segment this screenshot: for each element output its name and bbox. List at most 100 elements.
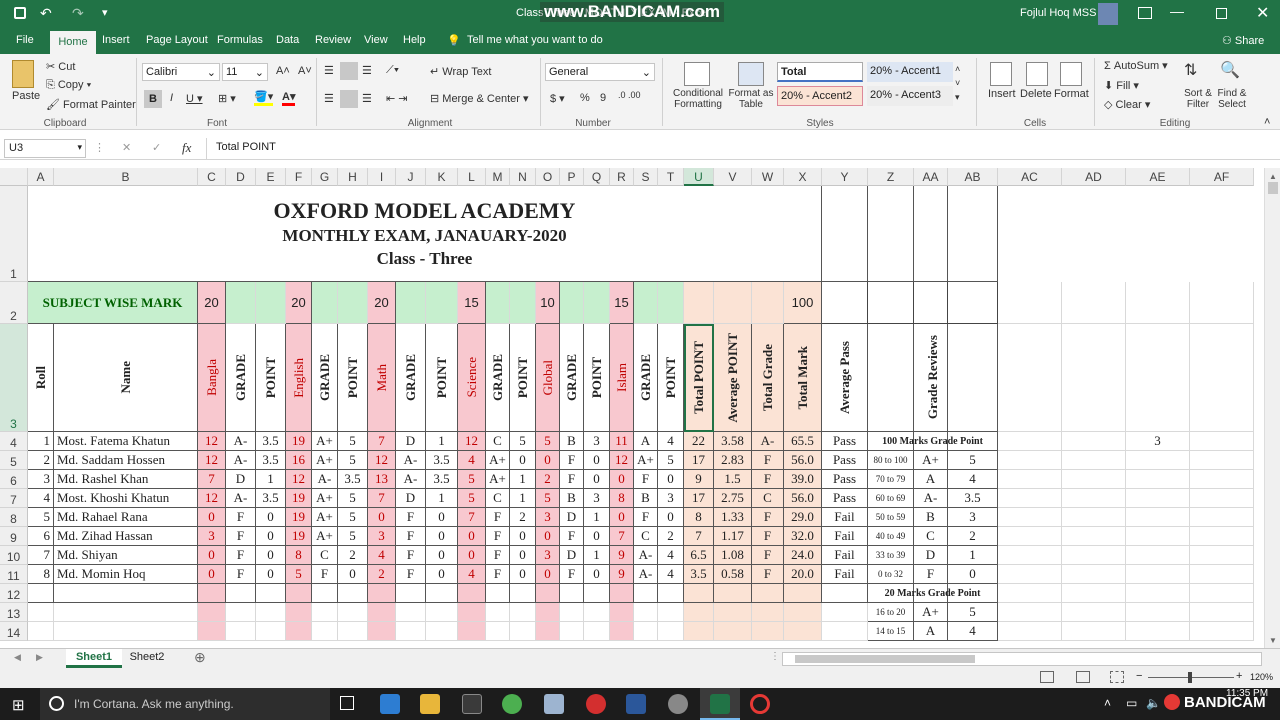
student-cell[interactable]: 12 bbox=[368, 451, 396, 470]
student-cell[interactable]: 0 bbox=[536, 527, 560, 546]
column-header[interactable]: L bbox=[458, 168, 486, 186]
student-cell[interactable]: 3 bbox=[658, 489, 684, 508]
row-header[interactable]: 1 bbox=[0, 186, 28, 282]
cell[interactable] bbox=[1190, 527, 1254, 546]
cell[interactable] bbox=[998, 489, 1062, 508]
cell[interactable] bbox=[256, 603, 286, 622]
student-cell[interactable]: F bbox=[396, 508, 426, 527]
cell[interactable] bbox=[822, 282, 868, 324]
student-cell[interactable]: 19 bbox=[286, 489, 312, 508]
cell[interactable] bbox=[312, 282, 338, 324]
student-cell[interactable]: Fail bbox=[822, 527, 868, 546]
student-cell[interactable]: 8 bbox=[28, 565, 54, 584]
header-cell[interactable]: Total Mark bbox=[784, 324, 822, 432]
grade-review-cell[interactable]: 5 bbox=[948, 603, 998, 622]
cell[interactable] bbox=[426, 584, 458, 603]
column-header[interactable]: V bbox=[714, 168, 752, 186]
student-cell[interactable]: 3 bbox=[584, 432, 610, 451]
column-header[interactable]: K bbox=[426, 168, 458, 186]
cell[interactable] bbox=[28, 622, 54, 641]
cell[interactable] bbox=[784, 622, 822, 641]
row-header[interactable]: 12 bbox=[0, 584, 28, 603]
cell[interactable] bbox=[998, 584, 1062, 603]
style-accent2[interactable]: 20% - Accent2 bbox=[777, 86, 863, 106]
student-cell[interactable]: Pass bbox=[822, 432, 868, 451]
cell[interactable] bbox=[1126, 546, 1190, 565]
style-total[interactable]: Total bbox=[777, 62, 863, 82]
student-cell[interactable]: 3.5 bbox=[256, 451, 286, 470]
cell[interactable] bbox=[752, 584, 784, 603]
cell[interactable] bbox=[338, 622, 368, 641]
sheet-prev-icon[interactable]: ◀ bbox=[14, 652, 21, 663]
column-header[interactable]: Q bbox=[584, 168, 610, 186]
cell[interactable] bbox=[998, 546, 1062, 565]
menu-file[interactable]: File bbox=[16, 34, 34, 46]
cell[interactable] bbox=[256, 622, 286, 641]
student-cell[interactable]: F bbox=[634, 508, 658, 527]
app-icon-2[interactable] bbox=[668, 694, 688, 714]
student-cell[interactable]: 1 bbox=[426, 432, 458, 451]
student-cell[interactable]: 3.5 bbox=[256, 489, 286, 508]
cell[interactable] bbox=[1126, 324, 1190, 432]
student-cell[interactable]: A+ bbox=[312, 432, 338, 451]
student-cell[interactable]: 4 bbox=[658, 432, 684, 451]
student-cell[interactable]: F bbox=[396, 527, 426, 546]
grade-review-100-title[interactable]: 100 Marks Grade Point bbox=[868, 432, 998, 451]
student-cell[interactable]: F bbox=[486, 527, 510, 546]
student-cell[interactable]: 1.17 bbox=[714, 527, 752, 546]
student-cell[interactable]: 0 bbox=[198, 508, 226, 527]
student-cell[interactable]: 1.08 bbox=[714, 546, 752, 565]
cell[interactable] bbox=[752, 622, 784, 641]
total-full-mark[interactable]: 100 bbox=[784, 282, 822, 324]
student-cell[interactable]: 19 bbox=[286, 508, 312, 527]
student-cell[interactable]: 0 bbox=[610, 508, 634, 527]
student-cell[interactable]: C bbox=[752, 489, 784, 508]
cell[interactable] bbox=[256, 282, 286, 324]
student-cell[interactable]: 12 bbox=[610, 451, 634, 470]
grade-review-cell[interactable]: 50 to 59 bbox=[868, 508, 914, 527]
zoom-out-icon[interactable]: − bbox=[1136, 670, 1142, 682]
cell[interactable] bbox=[536, 603, 560, 622]
student-cell[interactable]: 5 bbox=[286, 565, 312, 584]
column-header[interactable]: W bbox=[752, 168, 784, 186]
student-cell[interactable]: F bbox=[560, 451, 584, 470]
align-left-icon[interactable]: ☰ bbox=[324, 92, 334, 105]
chrome-icon[interactable] bbox=[502, 694, 522, 714]
column-header[interactable]: AE bbox=[1126, 168, 1190, 186]
student-cell[interactable]: F bbox=[226, 508, 256, 527]
header-cell[interactable]: Islam bbox=[610, 324, 634, 432]
header-cell[interactable]: GRADE bbox=[312, 324, 338, 432]
sheet-tab-2[interactable]: Sheet2 bbox=[124, 649, 170, 668]
cell[interactable] bbox=[998, 508, 1062, 527]
enter-icon[interactable]: ✓ bbox=[152, 141, 161, 154]
student-cell[interactable]: 0 bbox=[658, 470, 684, 489]
header-cell[interactable]: POINT bbox=[426, 324, 458, 432]
student-cell[interactable]: Fail bbox=[822, 565, 868, 584]
student-cell[interactable]: A- bbox=[634, 546, 658, 565]
align-bottom-icon[interactable]: ☰ bbox=[362, 64, 372, 77]
cell[interactable] bbox=[1062, 282, 1126, 324]
student-cell[interactable]: F bbox=[752, 451, 784, 470]
student-cell[interactable]: 5 bbox=[510, 432, 536, 451]
menu-formulas[interactable]: Formulas bbox=[217, 34, 263, 46]
header-cell[interactable]: Average POINT bbox=[714, 324, 752, 432]
save-icon[interactable] bbox=[14, 7, 26, 19]
cell[interactable] bbox=[312, 603, 338, 622]
grade-review-cell[interactable]: 33 to 39 bbox=[868, 546, 914, 565]
column-header[interactable]: E bbox=[256, 168, 286, 186]
student-cell[interactable]: Pass bbox=[822, 470, 868, 489]
store-icon[interactable] bbox=[462, 694, 482, 714]
scroll-down-icon[interactable]: ▼ bbox=[1269, 636, 1277, 645]
copy-button[interactable]: ⎘ Copy ▾ bbox=[46, 79, 91, 92]
row-header[interactable]: 3 bbox=[0, 324, 28, 432]
cell[interactable] bbox=[998, 527, 1062, 546]
cell[interactable] bbox=[338, 603, 368, 622]
student-cell[interactable]: F bbox=[560, 527, 584, 546]
cell[interactable] bbox=[1126, 527, 1190, 546]
cell[interactable] bbox=[610, 622, 634, 641]
user-name[interactable]: Fojlul Hoq MSS bbox=[1020, 7, 1096, 19]
cell[interactable] bbox=[948, 282, 998, 324]
styles-scroll-icon[interactable]: ˄ ˅ ▾ bbox=[955, 62, 960, 104]
cell[interactable] bbox=[1126, 584, 1190, 603]
student-cell[interactable]: 1.5 bbox=[714, 470, 752, 489]
